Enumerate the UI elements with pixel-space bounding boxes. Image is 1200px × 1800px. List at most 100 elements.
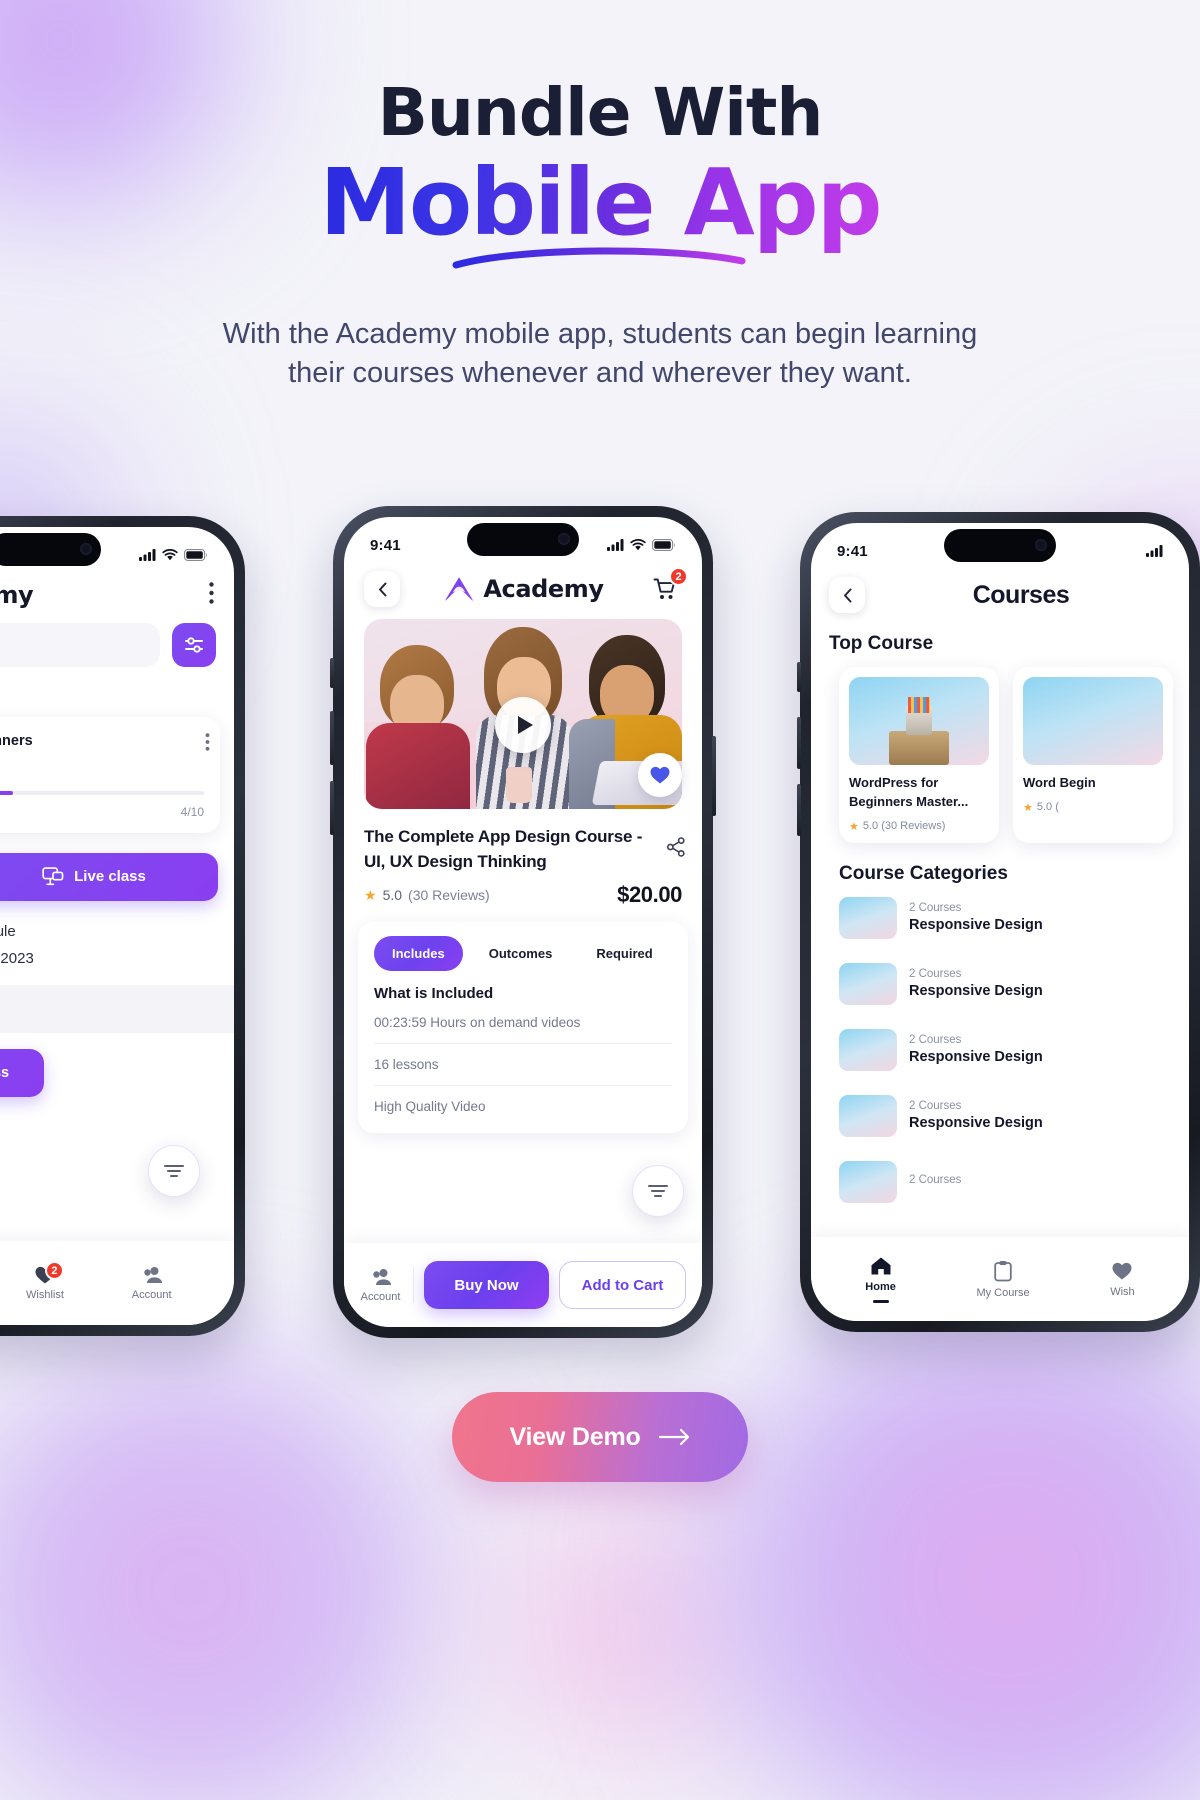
filter-button[interactable]: [172, 623, 216, 667]
search-input[interactable]: [0, 623, 160, 667]
category-row[interactable]: 2 Courses Responsive Design: [811, 885, 1189, 951]
tab-includes[interactable]: Includes: [374, 936, 463, 972]
left-status-icons: [139, 549, 208, 561]
category-row[interactable]: 2 Courses: [811, 1149, 1189, 1215]
cellular-signal-icon: [1146, 545, 1163, 557]
phone-center-mute-button: [330, 658, 334, 688]
left-card-menu-button[interactable]: [205, 733, 210, 759]
left-schedule-line2: PM - Wed, 08 Dec 2023: [0, 949, 34, 967]
nav-item-wishlist[interactable]: 2 Wishlist: [18, 1261, 72, 1301]
bottom-account-label: Account: [360, 1291, 401, 1303]
gradient-blob-bottom-left: [0, 1330, 500, 1800]
course-categories-list: 2 Courses Responsive Design 2 Courses Re…: [811, 885, 1189, 1215]
top-course-card-title: Word Begin: [1023, 775, 1096, 790]
bottom-account-button[interactable]: Account: [360, 1267, 414, 1303]
nav-item-my-course[interactable]: My Course: [976, 1260, 1030, 1299]
view-demo-label: View Demo: [509, 1422, 641, 1451]
right-status-icons: [1146, 545, 1163, 557]
arrow-right-icon: [658, 1428, 689, 1446]
top-course-card-rating: ★ 5.0 (: [1023, 801, 1163, 814]
course-thumbnail: [849, 677, 989, 765]
screen-share-icon: [42, 866, 64, 885]
left-note: eryone must join: [0, 984, 234, 1033]
left-course-card-title: dPress for Beginners ter: [0, 731, 210, 775]
hero-heading-line1: Bundle With: [377, 74, 824, 151]
add-to-cart-button[interactable]: Add to Cart: [559, 1261, 686, 1309]
category-count: 2 Courses: [909, 1034, 962, 1047]
center-dynamic-island: [467, 523, 579, 556]
star-icon: ★: [364, 886, 377, 903]
join-live-video-class-button[interactable]: Join live video class: [0, 1048, 44, 1097]
live-class-button[interactable]: Live class: [0, 852, 218, 901]
center-brand-name: Academy: [483, 575, 604, 603]
left-menu-button[interactable]: [209, 581, 214, 609]
left-search-row: [0, 615, 234, 667]
category-name: Responsive Design: [909, 1049, 1043, 1066]
nav-label-my-course: My Course: [976, 1286, 1030, 1299]
cart-badge: 2: [669, 567, 688, 586]
wishlist-badge: 2: [44, 1261, 64, 1280]
nav-label-wishlist: Wishlist: [26, 1289, 64, 1301]
hero-subtitle-line1: With the Academy mobile app, students ca…: [222, 317, 978, 350]
more-vertical-icon: [209, 581, 214, 604]
cart-button[interactable]: 2: [648, 567, 688, 606]
center-brand: Academy: [444, 575, 604, 604]
share-icon: [667, 837, 685, 857]
top-course-card-rating: ★ 5.0 (30 Reviews): [849, 820, 989, 833]
tab-outcomes[interactable]: Outcomes: [471, 936, 571, 971]
left-progress-bar: [0, 790, 204, 795]
left-section-title: se: [0, 685, 216, 705]
more-vertical-icon: [205, 733, 210, 751]
left-brand: Academy: [0, 581, 34, 609]
cellular-signal-icon: [607, 539, 624, 551]
buy-now-button[interactable]: Buy Now: [424, 1261, 549, 1309]
nav-item-home[interactable]: Home: [865, 1256, 896, 1303]
tab-required[interactable]: Required: [578, 936, 670, 971]
phone-center-power-button: [712, 736, 716, 816]
wifi-icon: [630, 539, 646, 551]
course-info-panel: Includes Outcomes Required What is Inclu…: [358, 922, 688, 1134]
hero-subtitle: With the Academy mobile app, students ca…: [0, 315, 1200, 393]
course-video-thumbnail[interactable]: [364, 619, 682, 809]
hero-section: Bundle With Mobile App With the Academy …: [0, 78, 1200, 393]
top-course-list: WordPress for Beginners Master... ★ 5.0 …: [811, 655, 1189, 843]
heart-icon: [650, 766, 670, 784]
includes-heading: What is Included: [374, 985, 494, 1003]
nav-label-wishlist: Wish: [1110, 1285, 1135, 1298]
category-count: 2 Courses: [909, 968, 962, 981]
category-name: Responsive Design: [909, 1115, 1043, 1132]
favorite-button[interactable]: [638, 753, 682, 797]
category-thumbnail: [839, 1160, 897, 1203]
right-dynamic-island: [944, 529, 1056, 562]
play-video-button[interactable]: [495, 697, 551, 754]
sliders-icon: [185, 637, 203, 653]
center-back-button[interactable]: [364, 571, 400, 607]
left-appbar: Academy: [0, 573, 234, 615]
right-status-bar: 9:41: [811, 523, 1189, 569]
nav-item-wishlist[interactable]: Wish: [1110, 1261, 1135, 1298]
filter-icon: [164, 1165, 184, 1177]
left-course-title-line1: dPress for Beginners: [0, 733, 33, 749]
center-filter-fab[interactable]: [632, 1165, 684, 1217]
category-thumbnail: [839, 962, 897, 1005]
category-row[interactable]: 2 Courses Responsive Design: [811, 1083, 1189, 1149]
top-course-card[interactable]: WordPress for Beginners Master... ★ 5.0 …: [839, 667, 999, 843]
hero-subtitle-line2: their courses whenever and wherever they…: [288, 356, 912, 389]
left-filter-fab[interactable]: [148, 1145, 200, 1197]
top-course-heading: Top Course: [829, 633, 934, 654]
top-course-card[interactable]: Word Begin ★ 5.0 (: [1013, 667, 1173, 843]
category-thumbnail: [839, 896, 897, 939]
right-back-button[interactable]: [829, 577, 865, 613]
category-row[interactable]: 2 Courses Responsive Design: [811, 951, 1189, 1017]
phone-mockups: 9:41: [0, 498, 1200, 1348]
left-join-row: Join live video class: [0, 1033, 234, 1097]
view-demo-button[interactable]: View Demo: [452, 1392, 748, 1482]
wifi-icon: [162, 549, 178, 561]
left-course-card[interactable]: dPress for Beginners ter 4/10: [0, 717, 220, 833]
category-thumbnail: [839, 1094, 897, 1137]
nav-item-account[interactable]: Account: [125, 1265, 179, 1301]
share-button[interactable]: [666, 837, 686, 865]
category-row[interactable]: 2 Courses Responsive Design: [811, 1017, 1189, 1083]
star-icon: ★: [849, 820, 859, 833]
course-tabs: Includes Outcomes Required: [374, 936, 672, 972]
